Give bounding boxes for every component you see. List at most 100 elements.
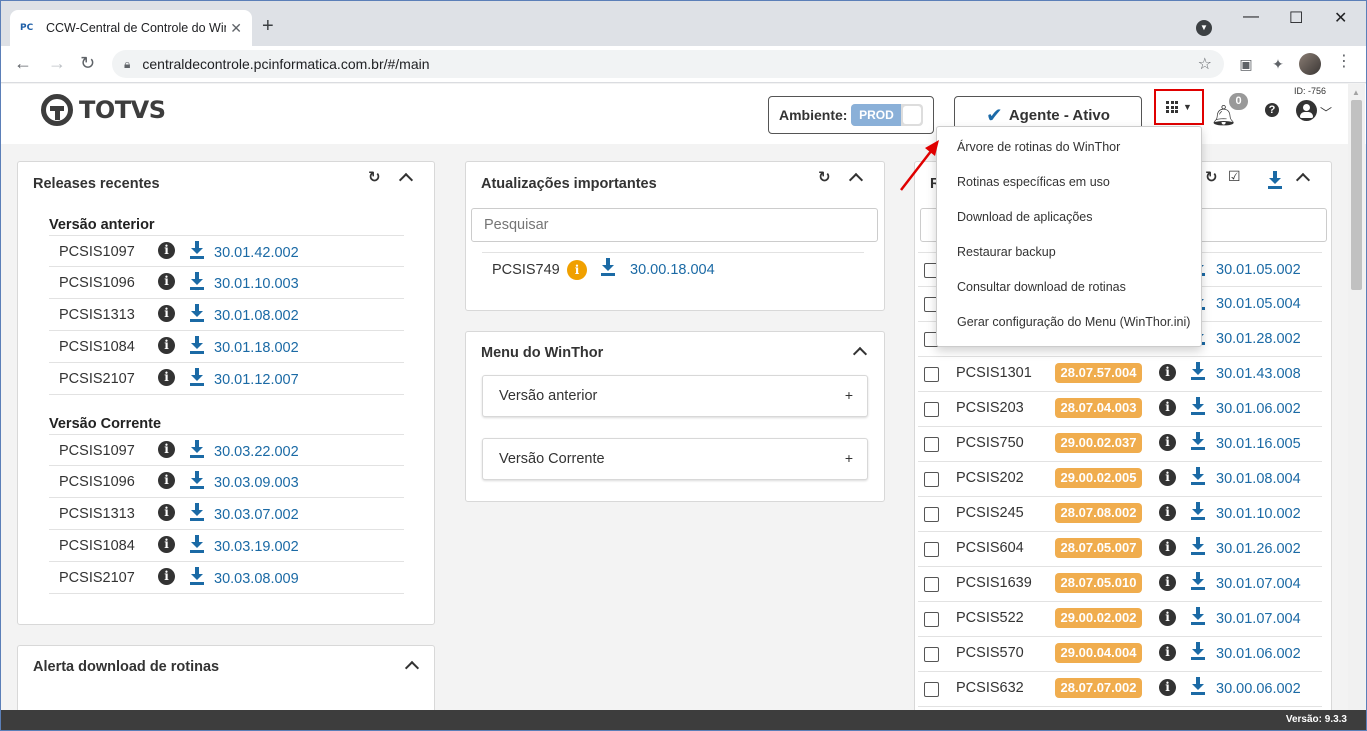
version-link[interactable]: 30.01.06.002 bbox=[1216, 401, 1301, 417]
menu-item-download-aplicacoes[interactable]: Download de aplicações bbox=[957, 210, 1093, 224]
info-icon[interactable]: i bbox=[158, 441, 175, 458]
menu-item-rotinas-especificas[interactable]: Rotinas específicas em uso bbox=[957, 175, 1110, 189]
info-icon[interactable]: i bbox=[1159, 469, 1176, 486]
download-icon[interactable] bbox=[1191, 467, 1205, 485]
info-icon[interactable]: i bbox=[1159, 399, 1176, 416]
scrollbar-thumb[interactable] bbox=[1351, 100, 1362, 290]
download-icon[interactable] bbox=[1191, 362, 1205, 380]
version-link[interactable]: 30.01.26.002 bbox=[1216, 541, 1301, 557]
info-icon[interactable]: i bbox=[158, 536, 175, 553]
row-checkbox[interactable] bbox=[924, 647, 939, 662]
version-link[interactable]: 30.01.05.004 bbox=[1216, 296, 1301, 312]
download-icon[interactable] bbox=[190, 272, 204, 290]
accordion-versao-corrente[interactable]: Versão Corrente + bbox=[482, 438, 868, 480]
info-icon[interactable]: i bbox=[158, 305, 175, 322]
bookmark-star-icon[interactable]: ☆ bbox=[1198, 54, 1212, 74]
version-link[interactable]: 30.01.42.002 bbox=[214, 245, 299, 261]
row-checkbox[interactable] bbox=[924, 682, 939, 697]
download-all-icon[interactable] bbox=[1268, 171, 1282, 189]
download-icon[interactable] bbox=[1191, 537, 1205, 555]
user-icon[interactable] bbox=[1296, 100, 1317, 121]
download-icon[interactable] bbox=[1191, 607, 1205, 625]
apps-menu-button[interactable]: ▼ bbox=[1154, 89, 1204, 125]
row-checkbox[interactable] bbox=[924, 612, 939, 627]
info-icon[interactable]: i bbox=[158, 337, 175, 354]
download-icon[interactable] bbox=[1191, 502, 1205, 520]
version-link[interactable]: 30.01.08.004 bbox=[1216, 471, 1301, 487]
version-link[interactable]: 30.01.12.007 bbox=[214, 372, 299, 388]
info-icon[interactable]: i bbox=[1159, 434, 1176, 451]
row-checkbox[interactable] bbox=[924, 367, 939, 382]
version-link[interactable]: 30.01.07.004 bbox=[1216, 576, 1301, 592]
tab-close-icon[interactable]: ✕ bbox=[230, 20, 242, 37]
info-icon[interactable]: i bbox=[1159, 679, 1176, 696]
menu-item-gerar-configuracao[interactable]: Gerar configuração do Menu (WinThor.ini) bbox=[957, 315, 1190, 329]
row-checkbox[interactable] bbox=[924, 577, 939, 592]
version-link[interactable]: 30.01.28.002 bbox=[1216, 331, 1301, 347]
download-icon[interactable] bbox=[190, 241, 204, 259]
profile-avatar[interactable] bbox=[1299, 53, 1321, 75]
collapse-icon[interactable] bbox=[1295, 172, 1311, 188]
download-icon[interactable] bbox=[190, 368, 204, 386]
download-icon[interactable] bbox=[190, 304, 204, 322]
version-link[interactable]: 30.01.10.003 bbox=[214, 276, 299, 292]
download-icon[interactable] bbox=[1191, 642, 1205, 660]
download-icon[interactable] bbox=[1191, 677, 1205, 695]
accordion-versao-anterior[interactable]: Versão anterior + bbox=[482, 375, 868, 417]
version-link[interactable]: 30.00.06.002 bbox=[1216, 681, 1301, 697]
extension-icon[interactable]: ▣ bbox=[1237, 55, 1255, 73]
page-scrollbar[interactable]: ▲ bbox=[1348, 84, 1365, 710]
version-link[interactable]: 30.00.18.004 bbox=[630, 262, 715, 278]
back-icon[interactable]: ← bbox=[14, 54, 32, 72]
info-icon[interactable]: i bbox=[1159, 364, 1176, 381]
download-icon[interactable] bbox=[190, 336, 204, 354]
maximize-icon[interactable]: ☐ bbox=[1289, 8, 1303, 28]
info-icon[interactable]: i bbox=[158, 472, 175, 489]
download-icon[interactable] bbox=[601, 258, 615, 276]
totvs-logo[interactable]: TOTVS bbox=[41, 94, 166, 126]
refresh-icon[interactable]: ↻ bbox=[368, 168, 381, 186]
info-icon[interactable]: i bbox=[1159, 539, 1176, 556]
info-icon[interactable]: i bbox=[158, 369, 175, 386]
download-icon[interactable] bbox=[190, 440, 204, 458]
search-input[interactable] bbox=[471, 208, 878, 242]
info-icon[interactable]: i bbox=[1159, 644, 1176, 661]
info-icon[interactable]: i bbox=[1159, 609, 1176, 626]
refresh-icon[interactable]: ↻ bbox=[818, 168, 831, 186]
row-checkbox[interactable] bbox=[924, 437, 939, 452]
tab-search-icon[interactable]: ▼ bbox=[1196, 20, 1212, 36]
collapse-icon[interactable] bbox=[848, 172, 864, 188]
info-icon[interactable]: i bbox=[158, 273, 175, 290]
collapse-icon[interactable] bbox=[398, 172, 414, 188]
download-icon[interactable] bbox=[190, 503, 204, 521]
user-caret-icon[interactable]: ﹀ bbox=[1320, 104, 1332, 121]
download-icon[interactable] bbox=[1191, 432, 1205, 450]
scroll-up-icon[interactable]: ▲ bbox=[1352, 88, 1360, 97]
info-icon[interactable]: i bbox=[158, 568, 175, 585]
version-link[interactable]: 30.01.10.002 bbox=[1216, 506, 1301, 522]
info-icon[interactable]: i bbox=[158, 242, 175, 259]
row-checkbox[interactable] bbox=[924, 472, 939, 487]
version-link[interactable]: 30.03.08.009 bbox=[214, 571, 299, 587]
minimize-icon[interactable]: — bbox=[1243, 8, 1259, 26]
row-checkbox[interactable] bbox=[924, 507, 939, 522]
browser-tab[interactable]: PC CCW-Central de Controle do Win ✕ bbox=[10, 10, 252, 46]
download-icon[interactable] bbox=[190, 535, 204, 553]
version-link[interactable]: 30.01.07.004 bbox=[1216, 611, 1301, 627]
forward-icon[interactable]: → bbox=[48, 54, 66, 72]
ambiente-toggle[interactable]: PROD bbox=[851, 104, 924, 126]
new-tab-icon[interactable]: + bbox=[262, 16, 274, 36]
extensions-puzzle-icon[interactable]: ✦ bbox=[1269, 55, 1287, 73]
version-link[interactable]: 30.03.09.003 bbox=[214, 475, 299, 491]
info-icon[interactable]: i bbox=[567, 260, 587, 280]
collapse-icon[interactable] bbox=[852, 346, 868, 362]
version-link[interactable]: 30.01.18.002 bbox=[214, 340, 299, 356]
menu-item-consultar-download[interactable]: Consultar download de rotinas bbox=[957, 280, 1126, 294]
download-icon[interactable] bbox=[1191, 572, 1205, 590]
version-link[interactable]: 30.01.05.002 bbox=[1216, 262, 1301, 278]
version-link[interactable]: 30.03.22.002 bbox=[214, 444, 299, 460]
version-link[interactable]: 30.01.16.005 bbox=[1216, 436, 1301, 452]
browser-menu-icon[interactable]: ⋮ bbox=[1336, 54, 1352, 70]
window-close-icon[interactable]: ✕ bbox=[1334, 8, 1347, 28]
row-checkbox[interactable] bbox=[924, 542, 939, 557]
